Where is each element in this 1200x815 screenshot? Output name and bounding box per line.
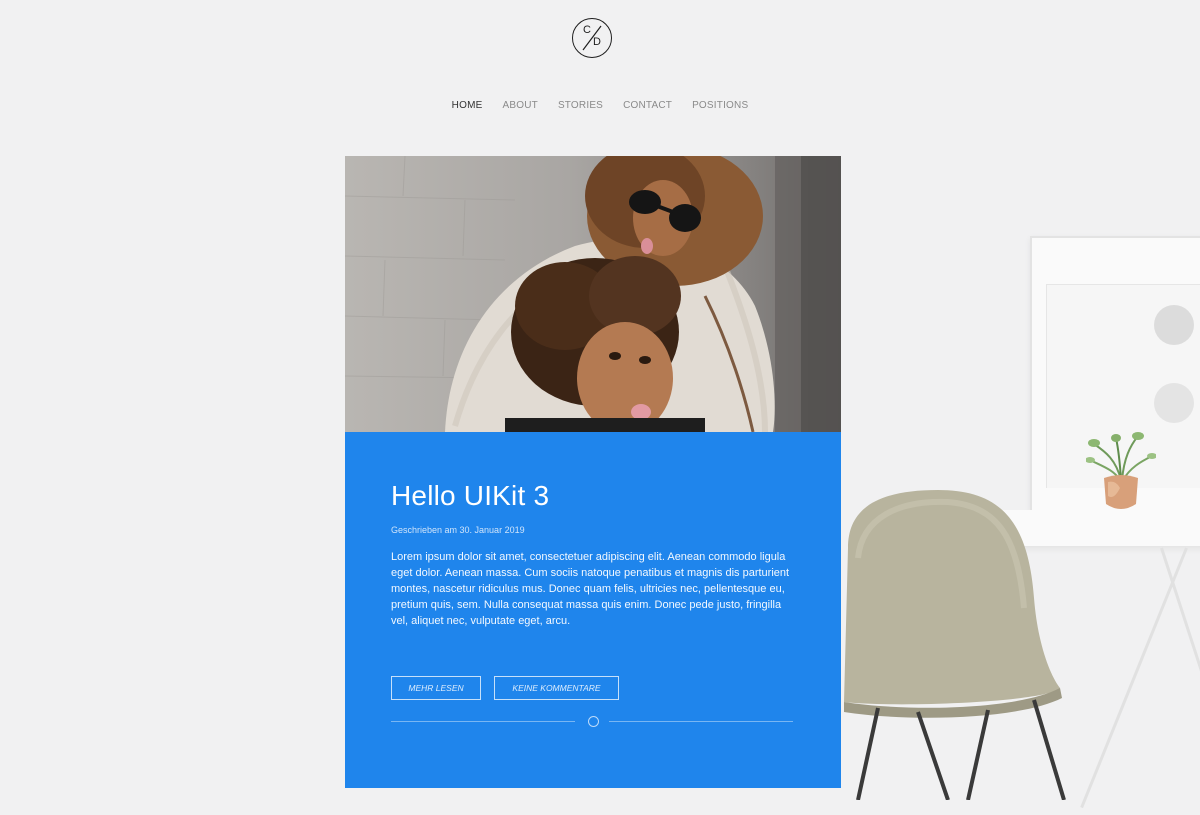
- desk: [1000, 510, 1200, 547]
- nav-item-home[interactable]: HOME: [452, 100, 483, 111]
- comments-button[interactable]: KEINE KOMMENTARE: [494, 676, 619, 700]
- divider-line: [609, 721, 793, 722]
- divider-circle-icon: [588, 716, 599, 727]
- wall-picture-frame: [1030, 236, 1200, 512]
- nav-item-about[interactable]: ABOUT: [502, 100, 537, 111]
- post-title[interactable]: Hello UIKit 3: [391, 480, 549, 512]
- read-more-button[interactable]: MEHR LESEN: [391, 676, 481, 700]
- logo-letter-top: C: [583, 24, 591, 36]
- post-image[interactable]: [345, 156, 841, 432]
- nav-item-stories[interactable]: STORIES: [558, 100, 603, 111]
- main-nav: HOME ABOUT STORIES CONTACT POSITIONS: [0, 100, 1200, 111]
- post-date: Geschrieben am 30. Januar 2019: [391, 525, 525, 535]
- photo-icon: [345, 156, 841, 432]
- blog-post-card: Hello UIKit 3 Geschrieben am 30. Januar …: [345, 156, 841, 788]
- potted-plant: [1086, 432, 1156, 509]
- brand-logo[interactable]: C D: [572, 18, 612, 58]
- logo-letter-bottom: D: [593, 36, 601, 48]
- nav-item-contact[interactable]: CONTACT: [623, 100, 672, 111]
- post-content: Hello UIKit 3 Geschrieben am 30. Januar …: [345, 432, 841, 788]
- nav-item-positions[interactable]: POSITIONS: [692, 100, 748, 111]
- chair: [844, 490, 1066, 800]
- post-excerpt: Lorem ipsum dolor sit amet, consectetuer…: [391, 551, 790, 627]
- divider-line: [391, 721, 575, 722]
- logo-monogram-icon: [582, 25, 602, 51]
